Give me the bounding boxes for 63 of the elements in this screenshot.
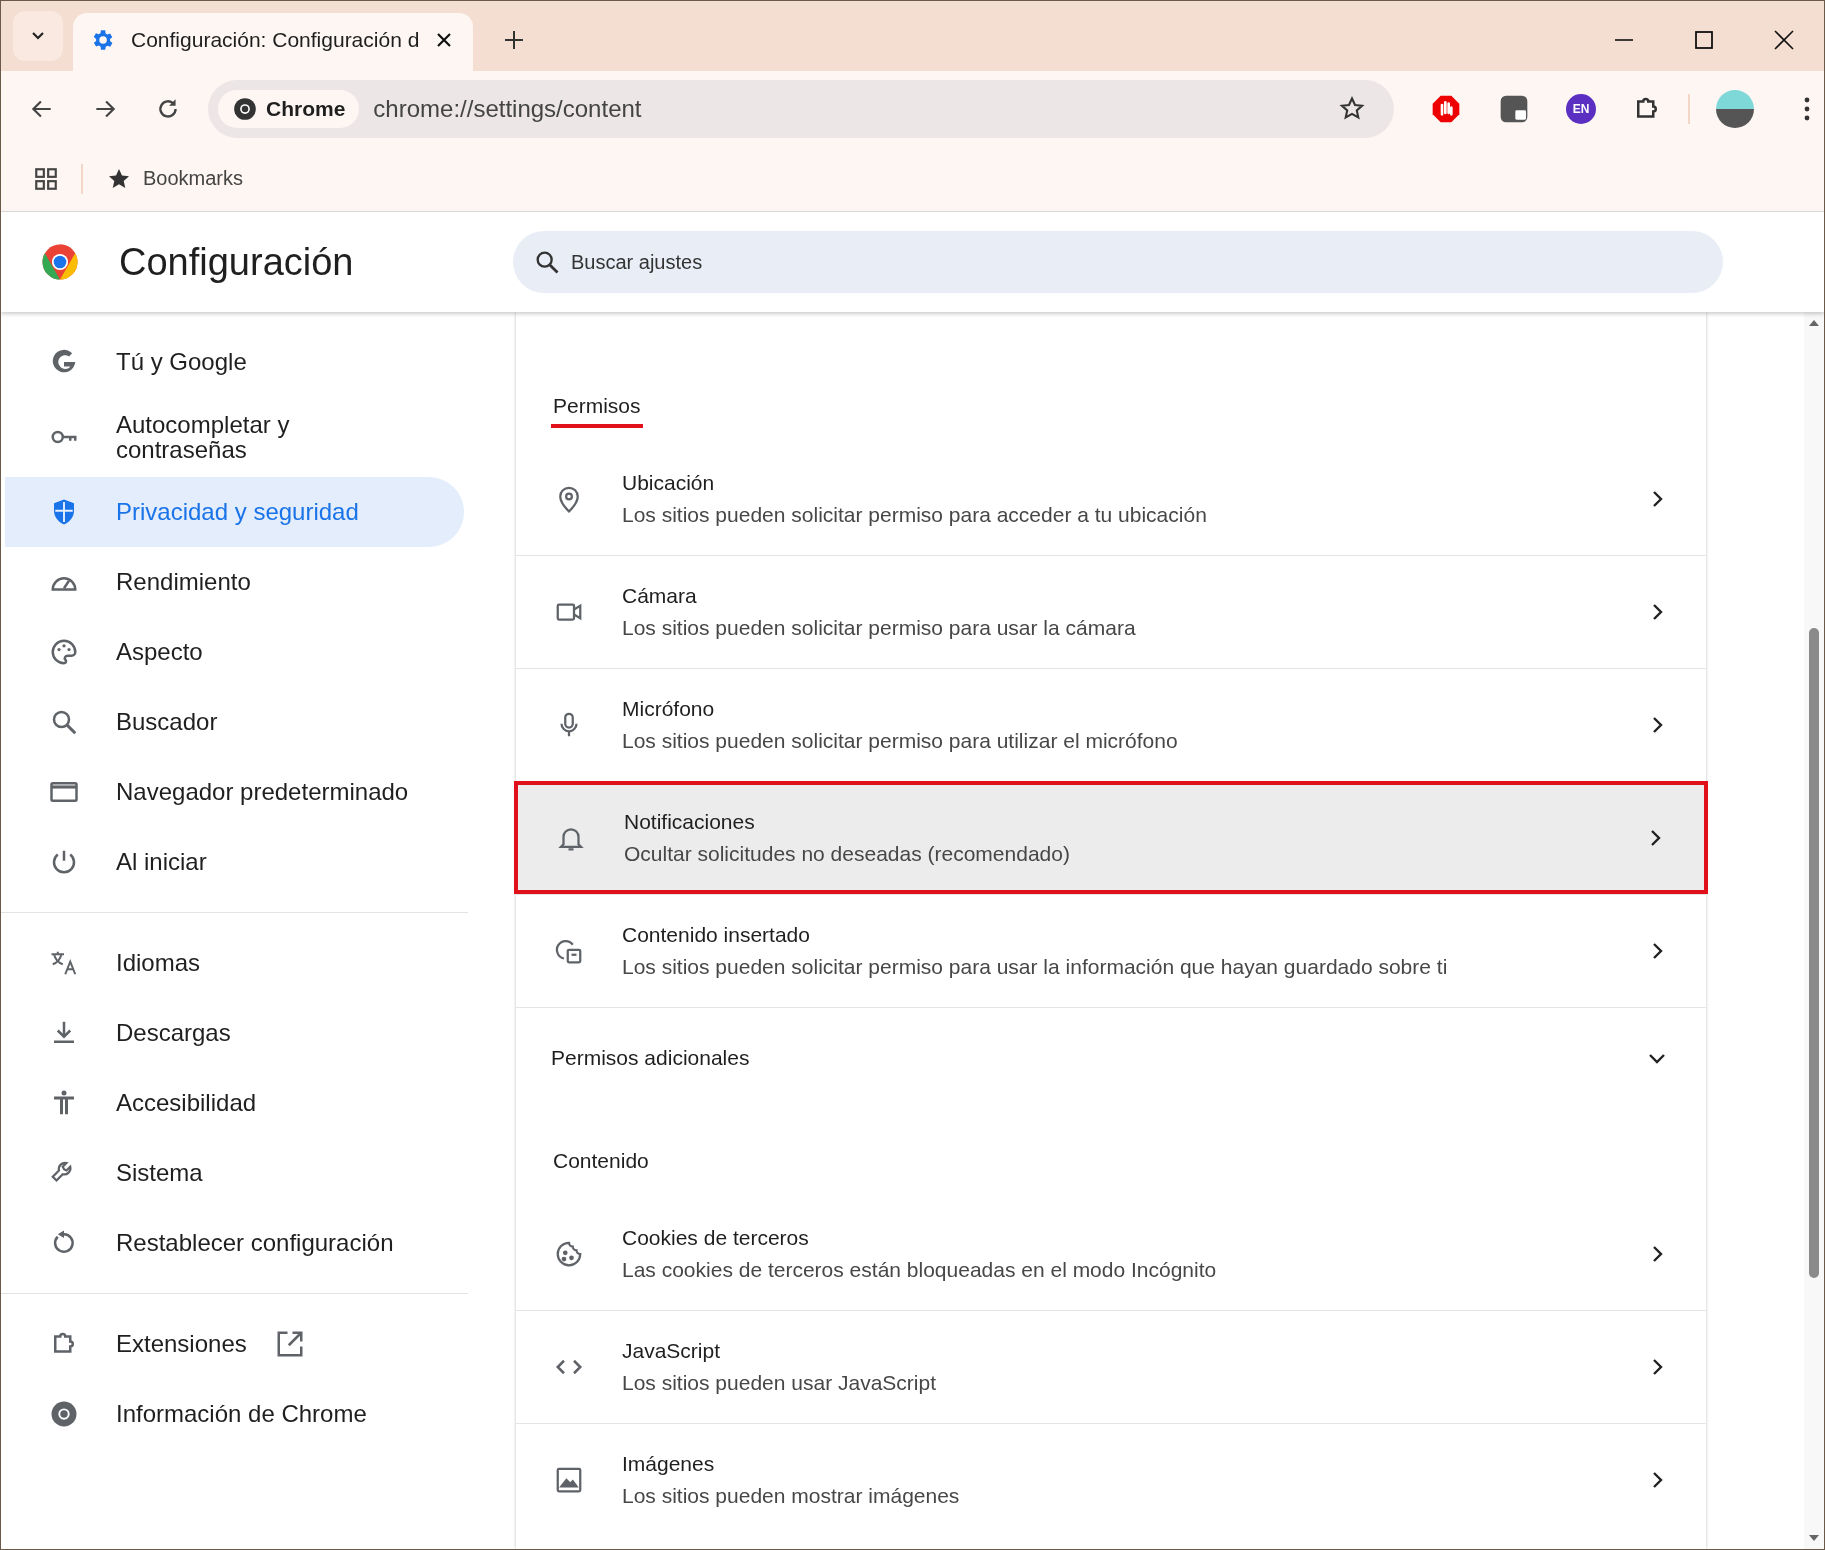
- sidebar-item[interactable]: Aspecto: [5, 617, 464, 687]
- page-title: Configuración: [119, 240, 354, 284]
- chrome-logo-icon: [232, 95, 258, 122]
- row-title: Ubicación: [622, 470, 716, 495]
- section-heading: Contenido: [552, 1149, 650, 1174]
- settings-row[interactable]: Cookies de terceros Las cookies de terceros están bloqueadas en el modo Incógnito: [516, 1197, 1706, 1310]
- row-description: Los sitios pueden solicitar permiso para usar la información que hayan guardado sobre ti: [622, 955, 1449, 979]
- section-heading: Permisos: [551, 394, 643, 428]
- row-description: Los sitios pueden solicitar permiso para usar la cámara: [622, 616, 1137, 640]
- browser-tab[interactable]: Configuración: Configuración d: [73, 13, 473, 71]
- url-text: chrome://settings/content: [373, 94, 642, 123]
- close-icon[interactable]: [435, 31, 453, 49]
- expandable-row[interactable]: Permisos adicionales: [516, 1007, 1706, 1107]
- settings-row[interactable]: Cámara Los sitios pueden solicitar permiso para usar la cámara: [516, 555, 1706, 668]
- sidebar-item[interactable]: Accesibilidad: [5, 1068, 464, 1138]
- sidebar-item[interactable]: Descargas: [5, 998, 464, 1068]
- language-badge[interactable]: EN: [1566, 93, 1596, 124]
- row-description: Las cookies de terceros están bloqueadas en el modo Incógnito: [622, 1257, 1218, 1282]
- row-description: Ocultar solicitudes no deseadas (recomendado): [624, 841, 1071, 866]
- settings-row[interactable]: Contenido insertado Los sitios pueden solicitar permiso para usar la información que hayan guardado sobre ti: [516, 894, 1706, 1007]
- scroll-up-icon[interactable]: [1808, 318, 1820, 328]
- settings-row[interactable]: Imágenes Los sitios pueden mostrar imágenes: [516, 1423, 1706, 1536]
- row-description: Los sitios pueden solicitar permiso para acceder a tu ubicación: [622, 502, 1208, 527]
- sidebar-item[interactable]: Información de Chrome: [5, 1379, 464, 1449]
- row-description: Los sitios pueden usar JavaScript: [622, 1371, 937, 1395]
- apps-grid-icon[interactable]: [33, 165, 59, 192]
- search-field[interactable]: Buscar ajustes: [513, 231, 1723, 293]
- avatar[interactable]: [1716, 89, 1754, 128]
- site-chip[interactable]: Chrome: [218, 89, 360, 128]
- chrome-icon: [49, 1399, 79, 1429]
- sidebar-item[interactable]: Rendimiento: [5, 547, 464, 617]
- sidebar-item[interactable]: Extensiones: [5, 1309, 464, 1379]
- sidebar-item[interactable]: Autocompletar y contraseñas: [5, 397, 464, 477]
- bookmarks-folder[interactable]: Bookmarks: [107, 166, 244, 191]
- close-window-icon[interactable]: [1773, 29, 1795, 51]
- scrollbar[interactable]: [1804, 312, 1824, 1549]
- settings-row[interactable]: JavaScript Los sitios pueden usar JavaScript: [516, 1310, 1706, 1423]
- row-title: JavaScript: [622, 1339, 722, 1363]
- row-description: Los sitios pueden mostrar imágenes: [622, 1484, 961, 1508]
- sidebar-item[interactable]: Restablecer configuración: [5, 1208, 464, 1278]
- tab-title: Configuración: Configuración d: [131, 28, 419, 52]
- scroll-down-icon[interactable]: [1808, 1533, 1820, 1543]
- sidebar-item[interactable]: Buscador: [5, 687, 464, 757]
- row-description: Los sitios pueden solicitar permiso para utilizar el micrófono: [622, 729, 1179, 753]
- row-title: Cookies de terceros: [622, 1225, 810, 1250]
- image-icon: [554, 1465, 584, 1495]
- sidebar-item[interactable]: Al iniciar: [5, 827, 464, 897]
- palette-icon: [49, 637, 79, 667]
- row-title: Cámara: [622, 584, 698, 608]
- sidebar-item[interactable]: Idiomas: [5, 928, 464, 998]
- row-title: Contenido insertado: [622, 923, 811, 947]
- address-bar[interactable]: Chrome chrome://settings/content: [208, 79, 1394, 138]
- sidebar-item[interactable]: Privacidad y seguridad: [5, 477, 464, 547]
- sidebar-item[interactable]: Tú y Google: [5, 327, 464, 397]
- settings-row[interactable]: Notificaciones Ocultar solicitudes no deseadas (recomendado): [514, 781, 1708, 894]
- settings-row[interactable]: Ubicación Los sitios pueden solicitar permiso para acceder a tu ubicación: [516, 442, 1706, 555]
- maximize-icon[interactable]: [1693, 29, 1715, 51]
- row-title: Micrófono: [622, 697, 716, 721]
- sidebar-item[interactable]: Sistema: [5, 1138, 464, 1208]
- row-title: Imágenes: [622, 1452, 716, 1476]
- row-title: Notificaciones: [624, 809, 756, 834]
- sidebar-item[interactable]: Navegador predeterminado: [5, 757, 464, 827]
- new-tab-icon[interactable]: [503, 29, 525, 51]
